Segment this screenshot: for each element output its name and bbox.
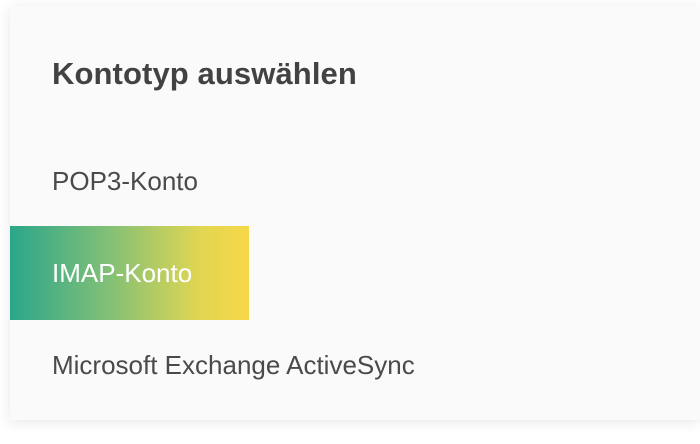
option-pop3-account[interactable]: POP3-Konto [10,134,700,228]
option-label: IMAP-Konto [52,257,193,288]
dialog-title: Kontotyp auswählen [52,56,357,91]
option-imap-account[interactable]: IMAP-Konto [10,226,249,320]
account-type-dialog: Kontotyp auswählen POP3-Konto IMAP-Konto… [10,6,700,420]
option-label: Microsoft Exchange ActiveSync [52,349,415,380]
option-exchange-activesync[interactable]: Microsoft Exchange ActiveSync [10,318,700,412]
option-label: POP3-Konto [52,165,198,196]
